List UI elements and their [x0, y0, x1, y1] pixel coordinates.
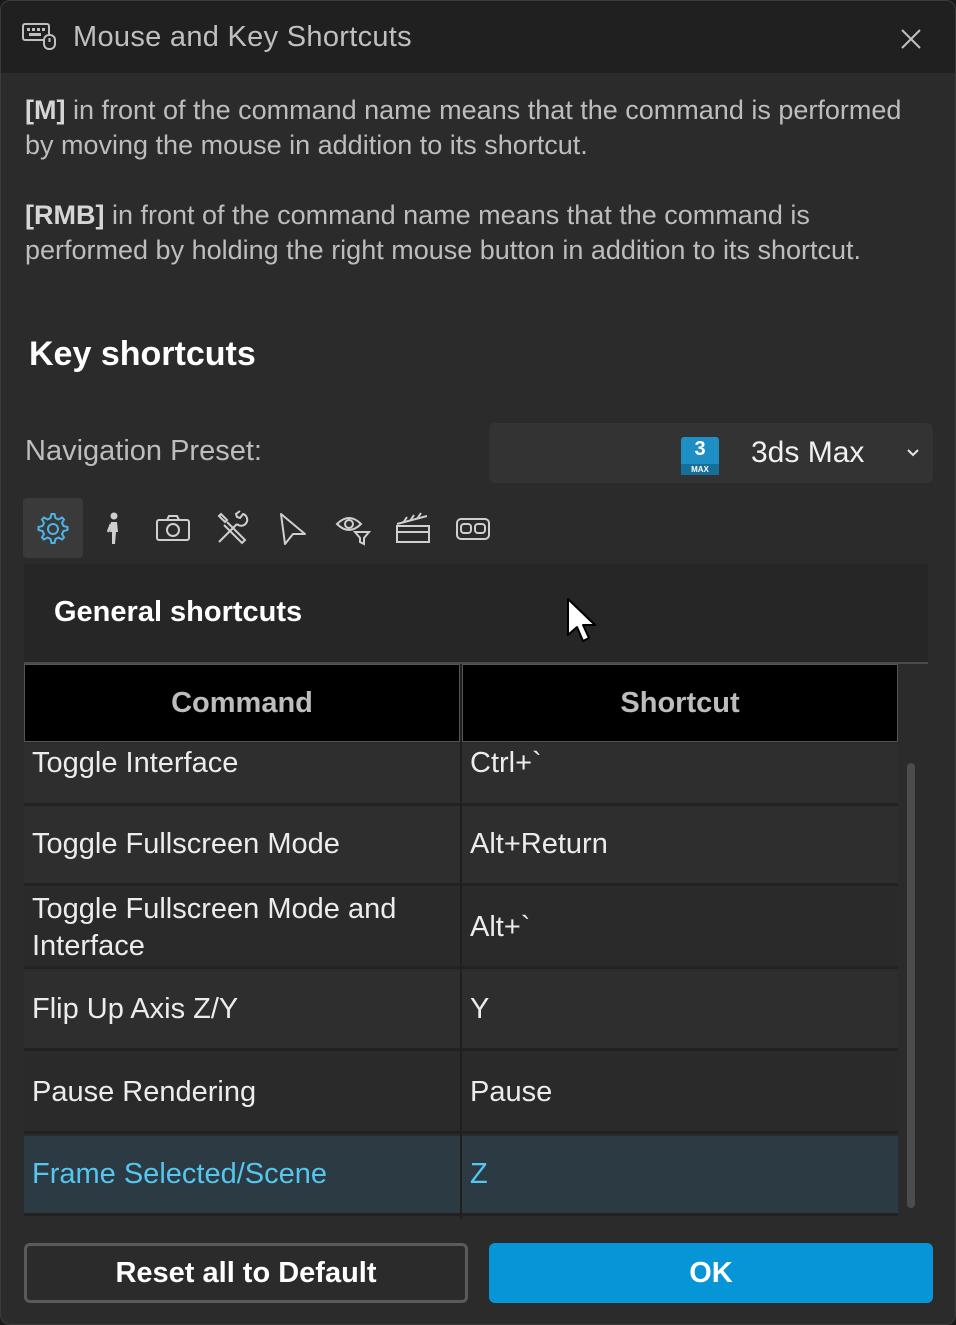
logo-number: 3 [694, 438, 706, 460]
shortcut-cell[interactable]: Ctrl+` [462, 744, 898, 806]
shortcut-cell[interactable]: Alt+` [462, 889, 898, 969]
rmb-description: in front of the command name means that … [25, 200, 861, 265]
table-scrollbar[interactable] [907, 763, 915, 1208]
mouse-cursor-icon [567, 598, 596, 642]
tab-view-filter[interactable] [323, 498, 383, 558]
navigation-preset-dropdown[interactable]: 3 MAX 3ds Max [489, 423, 933, 483]
shortcuts-table: Command Shortcut Toggle Interface Ctrl+`… [24, 664, 898, 1219]
m-tag: [M] [25, 95, 66, 125]
command-cell: Toggle Interface [24, 744, 460, 806]
tools-icon [217, 510, 249, 545]
section-title: Key shortcuts [29, 335, 256, 373]
general-shortcuts-panel: General shortcuts [24, 564, 928, 664]
ok-button[interactable]: OK [489, 1243, 933, 1303]
shortcut-cell[interactable]: Pause [462, 1054, 898, 1134]
clapperboard-icon [396, 512, 430, 543]
column-header-shortcut[interactable]: Shortcut [462, 664, 898, 742]
camera-icon [156, 515, 190, 541]
gear-icon [37, 513, 69, 544]
rmb-tag: [RMB] [25, 200, 105, 230]
m-description: in front of the command name means that … [25, 95, 902, 160]
command-cell: Pause Rendering [24, 1054, 460, 1134]
tab-select[interactable] [263, 498, 323, 558]
navigation-preset-label: Navigation Preset: [25, 435, 262, 467]
reset-all-button[interactable]: Reset all to Default [24, 1243, 468, 1303]
close-button[interactable] [891, 19, 931, 59]
tab-walk[interactable] [83, 498, 143, 558]
logo-text: MAX [681, 464, 719, 475]
keyboard-mouse-icon [21, 21, 57, 51]
vr-headset-icon [456, 518, 490, 540]
close-icon [901, 29, 921, 49]
navigation-preset-value: 3ds Max [751, 436, 865, 469]
tab-tools[interactable] [203, 498, 263, 558]
info-text-m: [M] in front of the command name means t… [25, 93, 925, 163]
command-cell: Toggle Fullscreen Mode and Interface [24, 889, 460, 969]
column-divider [460, 664, 462, 1219]
shortcuts-dialog: Mouse and Key Shortcuts [M] in front of … [0, 0, 956, 1325]
view-filter-icon [335, 517, 372, 546]
tab-general[interactable] [23, 498, 83, 558]
window-title: Mouse and Key Shortcuts [73, 21, 412, 53]
command-cell: Flip Up Axis Z/Y [24, 971, 460, 1051]
info-text-rmb: [RMB] in front of the command name means… [25, 198, 925, 268]
panel-title: General shortcuts [54, 596, 303, 628]
walk-icon [106, 512, 118, 544]
tab-camera[interactable] [143, 498, 203, 558]
command-cell: Toggle Fullscreen Mode [24, 806, 460, 886]
title-bar[interactable]: Mouse and Key Shortcuts [1, 1, 955, 73]
3ds-max-logo-icon: 3 MAX [681, 437, 719, 475]
column-header-command[interactable]: Command [24, 664, 460, 742]
command-cell: Frame Selected/Scene [24, 1136, 460, 1216]
chevron-down-icon [907, 449, 919, 457]
shortcut-cell[interactable]: Alt+Return [462, 806, 898, 886]
shortcut-cell[interactable]: Y [462, 971, 898, 1051]
select-arrow-icon [280, 513, 306, 545]
shortcut-cell[interactable]: Z [462, 1136, 898, 1216]
tab-animation[interactable] [383, 498, 443, 558]
tab-vr[interactable] [443, 498, 503, 558]
